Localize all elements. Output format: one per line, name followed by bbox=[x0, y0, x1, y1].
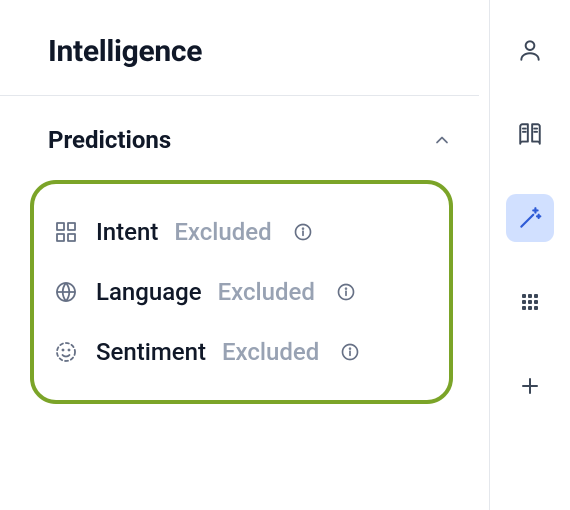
page-title: Intelligence bbox=[0, 34, 489, 95]
prediction-item-intent[interactable]: Intent Excluded bbox=[52, 202, 431, 262]
info-icon[interactable] bbox=[292, 221, 314, 243]
prediction-label: Sentiment bbox=[96, 338, 206, 366]
predictions-heading: Predictions bbox=[48, 126, 171, 154]
predictions-section-toggle[interactable]: Predictions bbox=[0, 96, 489, 176]
prediction-status: Excluded bbox=[174, 218, 271, 246]
prediction-label: Intent bbox=[96, 218, 158, 246]
prediction-item-sentiment[interactable]: Sentiment Excluded bbox=[52, 322, 431, 382]
info-icon[interactable] bbox=[335, 281, 357, 303]
prediction-status: Excluded bbox=[222, 338, 319, 366]
rail-grid-button[interactable] bbox=[506, 278, 554, 326]
globe-icon bbox=[52, 278, 80, 306]
prediction-item-language[interactable]: Language Excluded bbox=[52, 262, 431, 322]
rail-wand-button[interactable] bbox=[506, 194, 554, 242]
rail-book-button[interactable] bbox=[506, 110, 554, 158]
chevron-up-icon bbox=[431, 129, 453, 151]
right-rail bbox=[489, 0, 570, 510]
prediction-label: Language bbox=[96, 278, 202, 306]
predictions-highlight: Intent Excluded Language Excluded bbox=[30, 180, 453, 404]
squares-icon bbox=[52, 218, 80, 246]
rail-user-button[interactable] bbox=[506, 26, 554, 74]
prediction-status: Excluded bbox=[218, 278, 315, 306]
rail-add-button[interactable] bbox=[506, 362, 554, 410]
info-icon[interactable] bbox=[339, 341, 361, 363]
sentiment-icon bbox=[52, 338, 80, 366]
